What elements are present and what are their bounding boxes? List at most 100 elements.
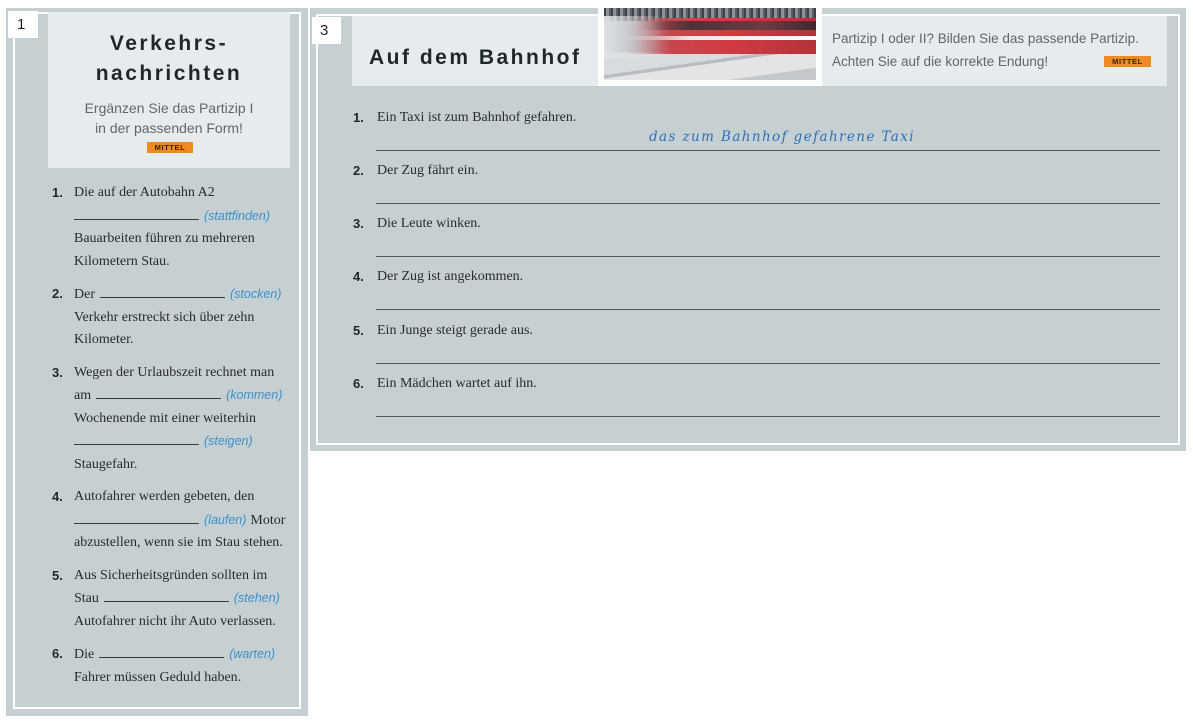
item-text-line: Die auf der Autobahn A2 <box>74 185 215 200</box>
item-text-line: abzustellen, wenn sie im Stau stehen. <box>74 535 283 550</box>
answer-line <box>376 416 1160 417</box>
verb-hint: (stehen) <box>233 591 280 605</box>
item-number: 1. <box>52 185 63 200</box>
exercise-number-badge: 3 <box>312 17 341 44</box>
exercise-item: 2. Der (stocken) Verkehr erstreckt sich ü… <box>50 283 302 352</box>
train-photo <box>604 8 816 80</box>
item-text: Die <box>74 647 95 662</box>
verb-hint: (stocken) <box>230 287 282 301</box>
item-text-line: Autofahrer werden gebeten, den <box>74 489 255 504</box>
exercise-1-header: Verkehrs- nachrichten Ergänzen Sie das P… <box>48 12 290 168</box>
instruction-line-1: Ergänzen Sie das Partizip I <box>84 100 254 116</box>
answer-blank <box>100 286 225 298</box>
exercise-item: 4. Der Zug ist angekommen. <box>352 266 1162 319</box>
handwritten-answer: das zum Bahnhof gefahrene Taxi <box>648 129 915 145</box>
exercise-item: 5. Ein Junge steigt gerade aus. <box>352 320 1162 373</box>
instruction-line-2: in der passenden Form! <box>95 120 243 136</box>
item-text: Motor <box>250 512 286 528</box>
item-text: Stau <box>74 591 99 606</box>
item-text-line: Kilometer. <box>74 332 134 347</box>
item-number: 4. <box>353 269 364 284</box>
answer-blank <box>74 433 199 445</box>
verb-hint: (steigen) <box>204 434 253 448</box>
answer-blank <box>96 387 222 399</box>
item-text-line: Staugefahr. <box>74 456 138 472</box>
item-number: 4. <box>52 489 63 504</box>
item-number: 6. <box>353 376 364 391</box>
item-number: 5. <box>52 567 63 583</box>
item-gap-line: (stattfinden) <box>74 205 302 229</box>
item-text-line: Bauarbeiten führen zu mehreren <box>74 231 255 246</box>
verb-hint: (kommen) <box>226 388 283 402</box>
answer-line <box>376 363 1160 364</box>
exercise-item: 3. Die Leute winken. <box>352 213 1162 266</box>
photo-train-windows <box>638 21 816 30</box>
exercise-item: 3. Wegen der Urlaubszeit rechnet man am (… <box>50 362 302 477</box>
item-gap-line: (laufen) Motor <box>74 509 302 533</box>
verb-hint: (laufen) <box>204 512 247 527</box>
verb-hint: (warten) <box>229 647 276 661</box>
answer-line <box>376 309 1160 310</box>
item-number: 3. <box>52 364 63 380</box>
exercise-item: 1. Ein Taxi ist zum Bahnhof gefahren. da… <box>352 107 1162 160</box>
item-gap-line: Die (warten) <box>74 643 302 667</box>
item-gap-line: Der (stocken) <box>74 283 302 307</box>
level-badge: MITTEL <box>1104 56 1151 67</box>
item-gap-line: (steigen) <box>74 430 302 454</box>
item-sentence: Ein Taxi ist zum Bahnhof gefahren. <box>377 110 577 125</box>
item-text-line: Verkehr erstreckt sich über zehn <box>74 309 255 325</box>
exercise-number: 3 <box>320 22 329 39</box>
level-badge: MITTEL <box>147 142 193 153</box>
item-gap-line: Stau (stehen) <box>74 587 302 611</box>
item-text: Der <box>74 287 95 302</box>
item-number: 2. <box>52 286 63 301</box>
exercise-item: 1. Die auf der Autobahn A2 (stattfinden)… <box>50 182 302 273</box>
exercise-number-badge: 1 <box>8 11 38 38</box>
item-sentence: Ein Mädchen wartet auf ihn. <box>377 376 537 391</box>
item-number: 1. <box>353 110 364 125</box>
photo-frame <box>598 8 822 86</box>
item-gap-line: am (kommen) <box>74 384 302 408</box>
exercise-item: 5. Aus Sicherheitsgründen sollten im Sta… <box>50 565 302 634</box>
photo-motion-blur <box>604 16 664 58</box>
exercise-item: 4. Autofahrer werden gebeten, den (laufe… <box>50 486 302 555</box>
exercise-item: 2. Der Zug fährt ein. <box>352 160 1162 213</box>
exercise-item: 6. Ein Mädchen wartet auf ihn. <box>352 373 1162 426</box>
item-text-line: Autofahrer nicht ihr Auto verlassen. <box>74 613 276 629</box>
item-sentence: Ein Junge steigt gerade aus. <box>377 323 533 338</box>
item-sentence: Der Zug ist angekommen. <box>377 269 524 284</box>
answer-line <box>376 150 1160 151</box>
instruction-line-1: Partizip I oder II? Bilden Sie das passe… <box>832 31 1139 46</box>
exercise-instruction: Partizip I oder II? Bilden Sie das passe… <box>832 27 1139 73</box>
item-sentence: Der Zug fährt ein. <box>377 163 479 178</box>
item-text-line: Fahrer müssen Geduld haben. <box>74 669 242 685</box>
item-number: 5. <box>353 323 364 338</box>
answer-blank <box>74 208 199 220</box>
item-text-line: Wochenende mit einer weiterhin <box>74 410 256 426</box>
exercise-3-title-box: Auf dem Bahnhof <box>352 16 598 86</box>
item-number: 6. <box>52 646 63 661</box>
item-text: am <box>74 388 92 403</box>
exercise-title: Verkehrs- nachrichten <box>48 29 290 89</box>
item-sentence: Die Leute winken. <box>377 216 481 231</box>
title-line-1: Verkehrs- <box>109 32 229 55</box>
title-line-2: nachrichten <box>95 62 243 85</box>
exercise-number: 1 <box>17 16 26 33</box>
item-number: 2. <box>353 163 364 178</box>
exercise-3-instruction-box: Partizip I oder II? Bilden Sie das passe… <box>822 16 1167 86</box>
item-text-line: Aus Sicherheitsgründen sollten im <box>74 567 268 583</box>
exercise-item: 6. Die (warten) Fahrer müssen Geduld habe… <box>50 643 302 689</box>
answer-line <box>376 203 1160 204</box>
exercise-1-items: 1. Die auf der Autobahn A2 (stattfinden)… <box>50 182 302 699</box>
answer-line <box>376 256 1160 257</box>
answer-blank <box>74 512 199 524</box>
exercise-title: Auf dem Bahnhof <box>369 46 582 69</box>
item-text-line: Wegen der Urlaubszeit rechnet man <box>74 364 275 380</box>
verb-hint: (stattfinden) <box>204 208 271 223</box>
item-text-line: Kilometern Stau. <box>74 253 170 269</box>
answer-blank <box>103 590 229 602</box>
item-number: 3. <box>353 216 364 231</box>
answer-blank <box>99 646 225 658</box>
instruction-line-2: Achten Sie auf die korrekte Endung! <box>832 54 1049 69</box>
exercise-instruction: Ergänzen Sie das Partizip I in der passe… <box>48 98 290 138</box>
